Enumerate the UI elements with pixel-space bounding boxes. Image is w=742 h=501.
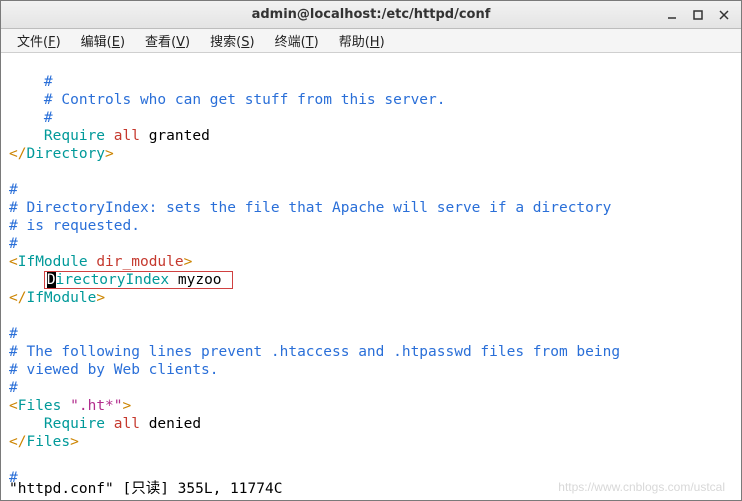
tag-bracket: <: [9, 398, 18, 414]
tag-arg: dir_module: [96, 254, 183, 270]
cursor: D: [47, 272, 56, 288]
terminal-content[interactable]: # # Controls who can get stuff from this…: [1, 53, 741, 500]
tag-bracket: </: [9, 290, 26, 306]
code-line: # viewed by Web clients.: [9, 362, 219, 378]
keyword: Require: [44, 416, 105, 432]
window-title: admin@localhost:/etc/httpd/conf: [252, 7, 491, 22]
menu-view[interactable]: 查看(V): [135, 29, 200, 52]
tag-bracket: >: [70, 434, 79, 450]
tag-name: Files: [26, 434, 70, 450]
minimize-icon: [667, 10, 677, 20]
minimize-button[interactable]: [659, 5, 685, 25]
tag-bracket: </: [9, 434, 26, 450]
menu-help[interactable]: 帮助(H): [329, 29, 395, 52]
tag-bracket: >: [105, 146, 114, 162]
titlebar: admin@localhost:/etc/httpd/conf: [1, 1, 741, 29]
menu-edit[interactable]: 编辑(E): [71, 29, 135, 52]
tag-name: IfModule: [26, 290, 96, 306]
code-line: # Controls who can get stuff from this s…: [9, 92, 446, 108]
maximize-button[interactable]: [685, 5, 711, 25]
arg: denied: [149, 416, 201, 432]
window-controls: [659, 5, 737, 25]
tag-bracket: >: [96, 290, 105, 306]
code-line: # DirectoryIndex: sets the file that Apa…: [9, 200, 611, 216]
code-line: #: [9, 326, 18, 342]
menu-terminal[interactable]: 终端(T): [265, 29, 329, 52]
code-line: #: [9, 110, 53, 126]
directive: irectoryIndex: [56, 272, 170, 288]
code-line: #: [9, 380, 18, 396]
close-button[interactable]: [711, 5, 737, 25]
menu-file[interactable]: 文件(F): [7, 29, 71, 52]
code-line: #: [9, 236, 18, 252]
vim-status-line: "httpd.conf" [只读] 355L, 11774Chttps://ww…: [9, 480, 733, 498]
maximize-icon: [693, 10, 703, 20]
code-line: #: [9, 74, 53, 90]
tag-bracket: </: [9, 146, 26, 162]
tag-bracket: >: [184, 254, 193, 270]
tag-name: Files: [18, 398, 62, 414]
arg: all: [114, 128, 140, 144]
tag-name: IfModule: [18, 254, 88, 270]
cursor-line-highlight: DirectoryIndex myzoo: [44, 271, 233, 289]
menubar: 文件(F) 编辑(E) 查看(V) 搜索(S) 终端(T) 帮助(H): [1, 29, 741, 53]
tag-bracket: <: [9, 254, 18, 270]
tag-name: Directory: [26, 146, 105, 162]
arg: granted: [149, 128, 210, 144]
menu-search[interactable]: 搜索(S): [200, 29, 264, 52]
directive-value: myzoo: [178, 272, 222, 288]
arg: all: [114, 416, 140, 432]
code-line: # The following lines prevent .htaccess …: [9, 344, 620, 360]
close-icon: [719, 10, 729, 20]
tag-bracket: >: [123, 398, 132, 414]
keyword: Require: [44, 128, 105, 144]
code-line: #: [9, 182, 18, 198]
code-line: # is requested.: [9, 218, 140, 234]
tag-arg: ".ht*": [70, 398, 122, 414]
watermark: https://www.cnblogs.com/ustcal: [558, 478, 725, 496]
